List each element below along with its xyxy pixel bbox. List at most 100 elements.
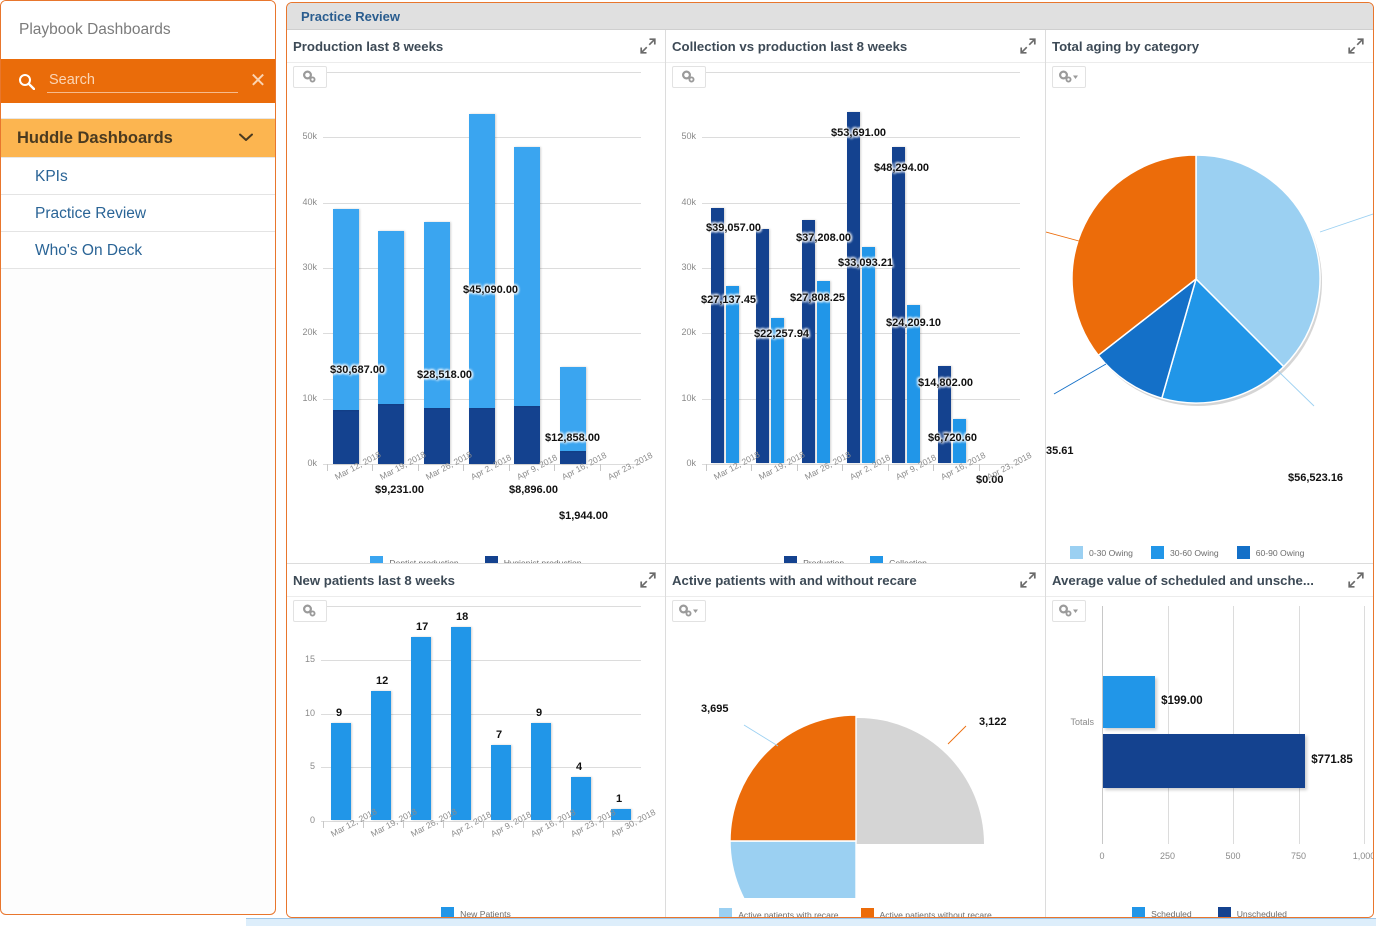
tick-mark — [523, 821, 524, 828]
pie-chart[interactable] — [1046, 64, 1373, 484]
gear-icon[interactable] — [293, 600, 327, 622]
sidebar-item-kpis[interactable]: KPIs — [1, 158, 275, 195]
bar-new-patients[interactable] — [331, 723, 351, 820]
bar-new-patients[interactable] — [531, 723, 551, 820]
legend-item[interactable]: 0-30 Owing — [1070, 546, 1133, 559]
chart-collection-production: 0k10k20k30k40k50k60k$39,057.00$27,137.45… — [666, 64, 1045, 563]
legend-swatch — [484, 556, 498, 563]
bar-hygienist[interactable] — [514, 405, 541, 464]
tick-mark — [751, 464, 753, 471]
legend-item[interactable]: Production — [784, 556, 844, 563]
y-tick-label: 30k — [681, 262, 696, 272]
legend-swatch — [1150, 546, 1164, 559]
bar-production[interactable] — [892, 147, 906, 463]
chart-production: 0k10k20k30k40k50k60k$30,687.00$9,231.00$… — [287, 64, 665, 563]
gear-icon[interactable] — [672, 66, 706, 88]
legend-item[interactable]: 60-90 Owing — [1236, 546, 1304, 559]
card-active-patients-recare: Active patients with and without recare — [666, 564, 1046, 917]
card-header: Average value of scheduled and unsche... — [1046, 564, 1373, 597]
bar-new-patients[interactable] — [491, 744, 511, 820]
bar-hygienist[interactable] — [423, 407, 450, 464]
data-label: 9 — [336, 707, 343, 720]
data-label: 9 — [536, 707, 543, 720]
pie-data-label: 35.61 — [1046, 445, 1074, 457]
bar-scheduled[interactable] — [1103, 676, 1156, 728]
expand-icon[interactable] — [639, 571, 657, 589]
expand-icon[interactable] — [1019, 37, 1037, 55]
legend-item[interactable]: Hygienist production — [484, 556, 582, 563]
legend-item[interactable]: 30-60 Owing — [1150, 546, 1219, 559]
bar-new-patients[interactable] — [371, 691, 391, 820]
data-label: $12,858.00 — [545, 432, 601, 444]
legend-item[interactable]: Unscheduled — [1217, 907, 1287, 917]
y-tick-label: 0k — [686, 458, 696, 468]
bar-dentist[interactable] — [332, 209, 359, 410]
card-new-patients-last-8-weeks: New patients last 8 weeks 0 5 10 15 9 12… — [287, 564, 666, 917]
tick-mark — [599, 464, 601, 471]
x-tick-label: Apr 23, 2018 — [984, 449, 1033, 482]
expand-icon[interactable] — [1347, 571, 1365, 589]
bar-production[interactable] — [801, 219, 815, 463]
gear-icon[interactable] — [672, 600, 706, 622]
legend-swatch — [870, 556, 884, 563]
card-title: Average value of scheduled and unsche... — [1052, 572, 1314, 588]
data-label: 17 — [416, 621, 429, 634]
bar-production[interactable] — [847, 112, 860, 463]
data-label: $14,802.00 — [918, 377, 974, 389]
gear-icon[interactable] — [1052, 600, 1086, 622]
tick-mark — [978, 464, 980, 471]
legend-item[interactable]: Collection — [870, 556, 927, 563]
y-tick-label: 40k — [681, 196, 696, 207]
gridline — [323, 72, 641, 73]
sidebar-group-huddle-dashboards[interactable]: Huddle Dashboards — [1, 118, 275, 158]
legend-item[interactable]: Dentist production — [370, 556, 459, 563]
bar-collection[interactable] — [816, 281, 830, 463]
dashboard-grid: Production last 8 weeks 0k 10k 20k 30k 4… — [287, 30, 1373, 917]
x-tick-label: 750 — [1290, 851, 1307, 861]
legend-item[interactable]: Active patients with recare — [719, 908, 839, 917]
x-tick-label: 500 — [1225, 851, 1241, 861]
gear-icon[interactable] — [293, 66, 327, 88]
y-category-label: Totals — [1070, 717, 1094, 727]
bar-collection[interactable] — [725, 285, 739, 463]
sidebar-item-whos-on-deck[interactable]: Who's On Deck — [1, 232, 275, 269]
bar-hygienist[interactable] — [332, 409, 359, 464]
bar-collection[interactable] — [862, 246, 875, 463]
data-label: 18 — [456, 610, 469, 623]
card-title: Total aging by category — [1052, 38, 1200, 54]
bar-hygienist[interactable] — [378, 403, 405, 464]
tab-practice-review[interactable]: Practice Review — [287, 3, 414, 30]
bar-new-patients[interactable] — [411, 637, 431, 820]
horizontal-scrollbar[interactable] — [246, 918, 1376, 926]
card-header: New patients last 8 weeks — [287, 564, 665, 597]
data-label: 7 — [496, 728, 503, 741]
semicircle-chart[interactable] — [666, 598, 1046, 898]
chart-average-value: 0 250 500 750 1,000 Totals $199.00 $771.85 Sched… — [1046, 598, 1373, 917]
tick-mark — [887, 464, 889, 471]
search-input[interactable] — [47, 69, 238, 93]
legend-item[interactable]: Scheduled — [1132, 907, 1192, 917]
expand-icon[interactable] — [1347, 37, 1365, 55]
bar-production[interactable] — [756, 229, 770, 463]
gear-icon[interactable] — [1052, 66, 1086, 88]
bar-production[interactable] — [710, 207, 724, 463]
legend-item[interactable]: Active patients without recare — [860, 908, 992, 917]
close-icon[interactable]: ✕ — [246, 71, 270, 91]
expand-icon[interactable] — [639, 37, 657, 55]
bar-dentist[interactable] — [469, 113, 495, 409]
expand-icon[interactable] — [1019, 571, 1037, 589]
gridline — [321, 659, 641, 661]
pie-slice-with-recare[interactable] — [729, 840, 857, 898]
tick-mark — [417, 464, 419, 471]
data-label: $24,209.10 — [886, 317, 942, 329]
legend-label: 30-60 Owing — [1169, 547, 1219, 558]
legend-item[interactable]: New Patients — [441, 907, 511, 917]
bar-dentist[interactable] — [378, 231, 405, 404]
sidebar-item-practice-review[interactable]: Practice Review — [1, 195, 275, 232]
y-tick-label: 0k — [307, 458, 317, 468]
bar-dentist[interactable] — [514, 147, 541, 406]
pie-slice-without-recare[interactable] — [729, 714, 857, 842]
card-title: New patients last 8 weeks — [293, 572, 455, 588]
bar-unscheduled[interactable] — [1103, 734, 1306, 788]
bar-new-patients[interactable] — [451, 626, 471, 820]
